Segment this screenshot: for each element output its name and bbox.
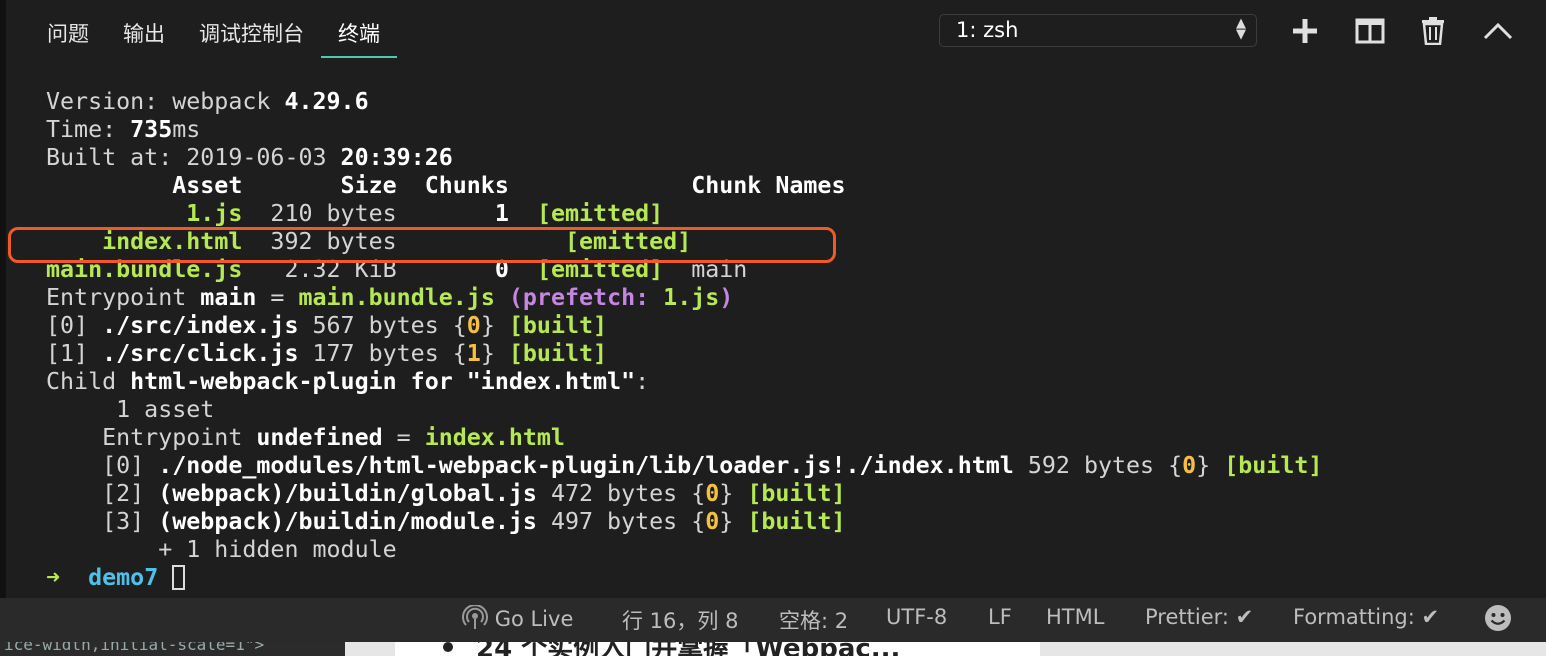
smiley-feedback-icon[interactable] [1484,604,1512,637]
bullet-icon [443,642,453,652]
terminal-line-version: Version: webpack 4.29.6 [46,88,369,115]
terminal-cursor [172,565,186,590]
terminal-select[interactable]: 1: zsh ▲ ▼ [939,14,1257,47]
formatting-status[interactable]: Formatting: ✔ [1293,605,1439,629]
go-live-label: Go Live [494,607,574,631]
annotation-highlight-box [8,227,836,263]
tab-problems[interactable]: 问题 [30,10,106,58]
cursor-position[interactable]: 行 16，列 8 [622,605,738,635]
terminal-line-built-at: Built at: 2019-06-03 20:39:26 [46,144,453,171]
terminal-output[interactable]: Version: webpack 4.29.6 Time: 735ms Built … [46,88,1322,592]
select-arrows-icon: ▲ ▼ [1236,16,1246,42]
trash-icon[interactable] [1416,14,1450,48]
background-article-text: 24 个实例入门并掌握「Webpac... [476,642,900,656]
background-editor-strip: ice-width,initial-scale=1"> 24 个实例入门并掌握「… [0,642,1546,656]
background-code-fragment: ice-width,initial-scale=1"> [4,642,265,654]
child-module-row: [2] (webpack)/buildin/global.js 472 byte… [46,480,846,507]
prompt-arrow-icon: ➜ [46,564,61,591]
panel-left-edge [0,0,6,598]
module-row: [0] ./src/index.js 567 bytes {0} [built] [46,312,608,339]
tab-debug-console[interactable]: 调试控制台 [182,10,321,58]
terminal-line-hidden-module: + 1 hidden module [46,536,397,563]
chevron-up-icon[interactable] [1481,14,1515,48]
asset-row: 1.js 210 bytes 1 [emitted] [186,200,664,227]
terminal-panel: 问题 输出 调试控制台 终端 1: zsh ▲ ▼ Version: webpac… [0,0,1546,598]
plus-icon[interactable] [1288,14,1322,48]
file-encoding[interactable]: UTF-8 [886,605,947,629]
language-mode[interactable]: HTML [1046,605,1104,629]
go-live-button[interactable]: Go Live [462,604,574,631]
panel-tabs: 问题 输出 调试控制台 终端 [30,10,397,58]
status-bar: Go Live 行 16，列 8 空格: 2 UTF-8 LF HTML Pre… [0,598,1546,642]
child-module-row: [0] ./node_modules/html-webpack-plugin/l… [46,452,1323,479]
terminal-line-entrypoint: Entrypoint main = main.bundle.js (prefet… [46,284,734,311]
terminal-select-value: 1: zsh [956,18,1019,42]
prettier-status[interactable]: Prettier: ✔ [1145,605,1253,629]
terminal-line-child-asset: 1 asset [46,396,215,423]
terminal-line-child-entrypoint: Entrypoint undefined = index.html [46,424,565,451]
tab-terminal[interactable]: 终端 [321,10,397,58]
terminal-prompt: ➜ demo7 [46,564,1322,592]
module-row: [1] ./src/click.js 177 bytes {1} [built] [46,340,608,367]
split-terminal-icon[interactable] [1353,14,1387,48]
broadcast-icon [462,604,495,631]
terminal-line-time: Time: 735ms [46,116,201,143]
tab-output[interactable]: 输出 [106,10,182,58]
prompt-directory: demo7 [88,564,159,591]
child-module-row: [3] (webpack)/buildin/module.js 497 byte… [46,508,846,535]
assets-table-header: Asset Size Chunks Chunk Names [46,172,846,199]
indentation-spaces[interactable]: 空格: 2 [779,605,848,635]
end-of-line[interactable]: LF [988,605,1012,629]
background-code-pane: ice-width,initial-scale=1"> [0,642,345,656]
terminal-line-child: Child html-webpack-plugin for "index.htm… [46,368,650,395]
